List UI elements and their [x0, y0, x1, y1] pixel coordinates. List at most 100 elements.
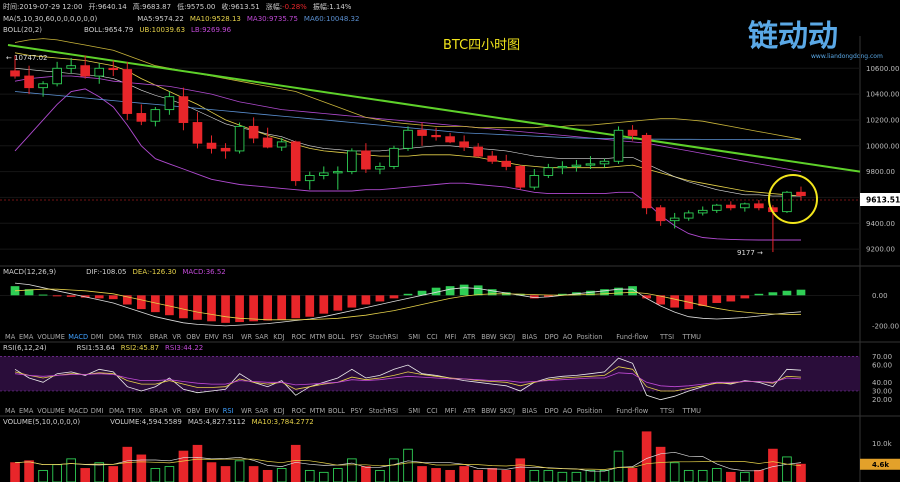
tab-emv[interactable]: EMV — [205, 407, 220, 415]
tab-cci[interactable]: CCI — [427, 407, 438, 415]
candle-body — [627, 129, 638, 136]
tab-boll[interactable]: BOLL — [328, 407, 345, 415]
tab-volume[interactable]: VOLUME — [37, 407, 65, 415]
candle-body — [683, 212, 694, 219]
volume-bar — [276, 468, 287, 482]
volume-bar — [697, 469, 708, 482]
tab-stochrsi[interactable]: StochRSI — [369, 333, 398, 341]
tab-brar[interactable]: BRAR — [150, 333, 168, 341]
volume-bar — [445, 469, 455, 482]
tab-ttmu[interactable]: TTMU — [682, 407, 702, 415]
macd-bar — [712, 295, 722, 303]
candle-body — [66, 65, 76, 69]
tab-emv[interactable]: EMV — [205, 333, 220, 341]
tab-ao[interactable]: AO — [563, 333, 573, 341]
tab-position[interactable]: Position — [577, 407, 603, 415]
tab-mfi[interactable]: MFI — [445, 407, 456, 415]
volume-bar — [178, 450, 189, 482]
indicator-tabs-bottom: MA EMA VOLUME MACD DMI DMA TRIX BRAR VR OBV EMV RSI… — [5, 407, 701, 415]
tab-cci[interactable]: CCI — [427, 333, 438, 341]
volume-bar — [150, 468, 161, 482]
tab-trix[interactable]: TRIX — [126, 333, 143, 341]
price-tick-label: 10600.00 — [866, 65, 899, 73]
tab-psy[interactable]: PSY — [351, 407, 364, 415]
tab-mtm[interactable]: MTM — [310, 333, 326, 341]
tab-macd[interactable]: MACD — [68, 333, 88, 341]
tab-dmi[interactable]: DMI — [91, 333, 104, 341]
tab-rsi[interactable]: RSI — [223, 407, 234, 415]
volume-bar — [347, 458, 357, 482]
tab-atr[interactable]: ATR — [463, 407, 476, 415]
candle-body — [361, 150, 371, 170]
tab-volume[interactable]: VOLUME — [37, 333, 65, 341]
tab-ema[interactable]: EMA — [19, 333, 34, 341]
tab-kdj[interactable]: KDJ — [273, 407, 284, 415]
tab-kdj[interactable]: KDJ — [273, 333, 284, 341]
candle-body — [417, 129, 427, 136]
tab-trix[interactable]: TRIX — [126, 407, 143, 415]
tab-obv[interactable]: OBV — [186, 407, 201, 415]
tab-smi[interactable]: SMI — [408, 407, 420, 415]
tab-ma[interactable]: MA — [5, 333, 16, 341]
tab-roc[interactable]: ROC — [292, 407, 307, 415]
tab-rsi[interactable]: RSI — [223, 333, 234, 341]
tab-sar[interactable]: SAR — [255, 407, 269, 415]
volume-panel: 10.0k5.0k4.6k — [10, 431, 900, 482]
tab-position[interactable]: Position — [577, 333, 603, 341]
candle-body — [375, 165, 385, 170]
tab-sar[interactable]: SAR — [255, 333, 269, 341]
macd-bar — [291, 295, 301, 319]
tab-vr[interactable]: VR — [172, 333, 182, 341]
tab-stochrsi[interactable]: StochRSI — [369, 407, 398, 415]
tab-ao[interactable]: AO — [563, 407, 573, 415]
tab-boll[interactable]: BOLL — [328, 333, 345, 341]
chart-canvas: 时间:2019-07-29 12:00 开:9640.14 高:9683.87 低:9… — [0, 2, 900, 482]
tab-mtm[interactable]: MTM — [310, 407, 326, 415]
tab-psy[interactable]: PSY — [351, 333, 364, 341]
tab-ttsi[interactable]: TTSI — [659, 333, 674, 341]
tab-skdj[interactable]: SKDJ — [500, 333, 516, 341]
volume-bar — [641, 431, 652, 482]
volume-bar — [136, 454, 147, 482]
volume-bar — [234, 460, 245, 482]
tab-macd[interactable]: MACD — [68, 407, 88, 415]
candle-body — [599, 160, 610, 165]
tab-bbw[interactable]: BBW — [481, 407, 497, 415]
tab-mfi[interactable]: MFI — [445, 333, 456, 341]
tab-vr[interactable]: VR — [172, 407, 182, 415]
tab-dpo[interactable]: DPO — [545, 333, 559, 341]
tab-ema[interactable]: EMA — [19, 407, 34, 415]
tab-brar[interactable]: BRAR — [150, 407, 168, 415]
rsi-panel: 70.0060.00 40.0030.0020.00 — [0, 353, 892, 404]
volume-bar — [375, 469, 385, 482]
tab-ma[interactable]: MA — [5, 407, 16, 415]
tab-dpo[interactable]: DPO — [545, 407, 559, 415]
tab-skdj[interactable]: SKDJ — [500, 407, 516, 415]
tab-bias[interactable]: BIAS — [522, 333, 537, 341]
tab-ttmu[interactable]: TTMU — [682, 333, 702, 341]
high-marker: ← 10747.02 — [6, 54, 48, 62]
macd-bar — [94, 295, 104, 299]
tab-wr[interactable]: WR — [241, 407, 253, 415]
tab-dmi[interactable]: DMI — [91, 407, 104, 415]
tab-bbw[interactable]: BBW — [481, 333, 497, 341]
candle-body — [557, 165, 568, 169]
tab-smi[interactable]: SMI — [408, 333, 420, 341]
macd-bar — [52, 295, 62, 297]
tab-dma[interactable]: DMA — [109, 333, 125, 341]
tab-bias[interactable]: BIAS — [522, 407, 537, 415]
tab-wr[interactable]: WR — [241, 333, 253, 341]
candle-body — [38, 83, 48, 89]
candle-body — [445, 136, 455, 143]
tab-roc[interactable]: ROC — [292, 333, 307, 341]
macd-bar — [249, 295, 258, 322]
tab-obv[interactable]: OBV — [186, 333, 201, 341]
tab-ttsi[interactable]: TTSI — [659, 407, 674, 415]
tab-fund-flow[interactable]: Fund-flow — [616, 333, 649, 341]
candle-body — [431, 134, 441, 138]
macd-bar — [726, 295, 736, 302]
tab-dma[interactable]: DMA — [109, 407, 125, 415]
price-axis: 9200.009400.009600.009800.0010000.001020… — [866, 65, 899, 254]
tab-atr[interactable]: ATR — [463, 333, 476, 341]
tab-fund-flow[interactable]: Fund-flow — [616, 407, 649, 415]
